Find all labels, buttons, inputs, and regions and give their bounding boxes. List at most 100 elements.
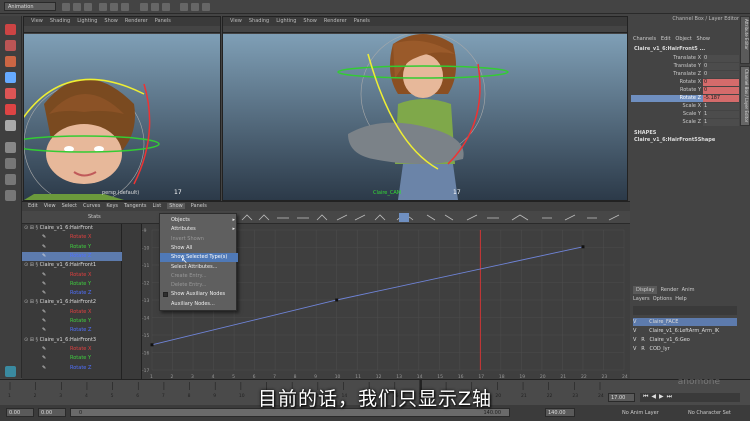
graph-tool-icons[interactable] — [237, 212, 627, 223]
layer-menu-layers[interactable]: Layers — [633, 296, 650, 302]
select-tool-icon[interactable] — [5, 24, 16, 35]
select-object-icon[interactable] — [110, 3, 118, 11]
ge-menu-view[interactable]: View — [44, 203, 56, 209]
outliner-node[interactable]: ⊙ ⊞ § Claire_v1_6:HairFront1 — [22, 261, 122, 270]
ge-menu-edit[interactable]: Edit — [28, 203, 38, 209]
channel-value[interactable]: 0 — [703, 79, 739, 86]
menu-item[interactable]: Show All — [160, 244, 238, 253]
viewport-icon-bar[interactable] — [24, 26, 220, 33]
channel-row[interactable]: Translate X0 — [631, 55, 739, 62]
lasso-tool-icon[interactable] — [5, 40, 16, 51]
outliner-attribute[interactable]: ✎ Rotate Y — [22, 280, 122, 289]
outliner-attribute[interactable]: ✎ Rotate X — [22, 345, 122, 354]
channel-box-tab[interactable]: Channel Box / Layer Editor — [740, 66, 750, 126]
vp-menu-view[interactable]: View — [31, 18, 43, 24]
channel-value[interactable]: 0 — [703, 71, 739, 78]
move-tool-icon[interactable] — [5, 72, 16, 83]
layout-graph-icon[interactable] — [5, 190, 16, 201]
viewport-icon-bar[interactable] — [223, 26, 627, 33]
vp-menu-view[interactable]: View — [230, 18, 242, 24]
vp-menu-panels[interactable]: Panels — [155, 18, 171, 24]
layer-toolbar[interactable] — [633, 306, 737, 315]
ge-menu-list[interactable]: List — [152, 203, 161, 209]
rotate-tool-icon[interactable] — [5, 88, 16, 99]
layout-four-icon[interactable] — [5, 158, 16, 169]
menu-item[interactable]: Show Auxiliary Nodes — [160, 290, 238, 299]
ge-menu-select[interactable]: Select — [62, 203, 77, 209]
new-scene-icon[interactable] — [62, 3, 70, 11]
cb-menu-show[interactable]: Show — [696, 36, 710, 42]
menu-item[interactable]: Select Attributes... — [160, 263, 238, 272]
ge-menu-curves[interactable]: Curves — [83, 203, 100, 209]
cb-menu-channels[interactable]: Channels — [633, 36, 656, 42]
channel-value[interactable]: 1 — [703, 111, 739, 118]
channel-row[interactable]: Translate Z0 — [631, 71, 739, 78]
vp-menu-lighting[interactable]: Lighting — [276, 18, 296, 24]
cb-menu-object[interactable]: Object — [675, 36, 691, 42]
layout-single-icon[interactable] — [5, 142, 16, 153]
vp-menu-renderer[interactable]: Renderer — [125, 18, 148, 24]
paint-select-icon[interactable] — [5, 56, 16, 67]
tool-settings-icon[interactable] — [5, 366, 16, 377]
channel-row-selected[interactable]: Rotate Z -5.187 — [631, 95, 739, 102]
vp-menu-shading[interactable]: Shading — [249, 18, 269, 24]
channel-row[interactable]: Translate Y0 — [631, 63, 739, 70]
channel-value[interactable]: 0 — [703, 63, 739, 70]
channel-row[interactable]: Rotate X0 — [631, 79, 739, 86]
snap-grid-icon[interactable] — [140, 3, 148, 11]
channel-value[interactable]: -5.187 — [703, 95, 739, 102]
viewport-persp[interactable]: View Shading Lighting Show Renderer Panels pe… — [8, 16, 221, 205]
shape-name[interactable]: Claire_v1_6:HairFront5Shape — [634, 137, 715, 143]
cb-menu-edit[interactable]: Edit — [661, 36, 671, 42]
attribute-editor-tab[interactable]: Attribute Editor — [740, 16, 750, 64]
outliner-attribute[interactable]: ✎ Rotate X — [22, 308, 122, 317]
select-hierarchy-icon[interactable] — [99, 3, 107, 11]
tab-anim[interactable]: Anim — [682, 287, 695, 293]
outliner-attribute[interactable]: ✎ Rotate Y — [22, 317, 122, 326]
select-component-icon[interactable] — [121, 3, 129, 11]
viewport-scene[interactable]: Claire_CAM 17 — [223, 31, 627, 200]
channel-row[interactable]: Scale Y1 — [631, 111, 739, 118]
viewport-scene[interactable]: persp (default) 17 — [8, 34, 220, 205]
channel-value[interactable]: 0 — [703, 87, 739, 94]
layer-row[interactable]: V Claire_v1_6:LeftArm_Arm_IK — [633, 327, 737, 335]
layer-row[interactable]: V R Claire_v1_6:Geo — [633, 336, 737, 344]
channel-row[interactable]: Scale Z1 — [631, 119, 739, 126]
ge-menu-keys[interactable]: Keys — [106, 203, 118, 209]
layer-menu-help[interactable]: Help — [675, 296, 686, 302]
menu-item[interactable]: Attributes ▸ — [160, 225, 238, 234]
snap-curve-icon[interactable] — [151, 3, 159, 11]
scale-tool-icon[interactable] — [5, 104, 16, 115]
vp-menu-show[interactable]: Show — [303, 18, 317, 24]
outliner-node[interactable]: ⊙ ⊞ § Claire_v1_6:HairFront3 — [22, 336, 122, 345]
channel-row[interactable]: Rotate Y0 — [631, 87, 739, 94]
tab-display[interactable]: Display — [633, 286, 658, 294]
layer-row[interactable]: V R COD_lyr — [633, 345, 737, 353]
tab-render[interactable]: Render — [661, 287, 679, 293]
menu-item[interactable]: Show Selected Type(s) — [160, 253, 238, 262]
checkbox[interactable] — [163, 292, 168, 298]
manipulator-icon[interactable] — [5, 120, 16, 131]
channel-value[interactable]: 0 — [703, 55, 739, 62]
outliner-node[interactable]: ⊙ ⊞ § Claire_v1_6:HairFront2 — [22, 298, 122, 307]
vp-menu-lighting[interactable]: Lighting — [77, 18, 97, 24]
ipr-render-icon[interactable] — [191, 3, 199, 11]
selected-object-name[interactable]: Claire_v1_6:HairFront5 ... — [634, 46, 705, 52]
outliner-attribute[interactable]: ✎ Rotate Z — [22, 326, 122, 335]
keyframe-point[interactable] — [335, 298, 339, 302]
outliner-attribute[interactable]: ✎ Rotate Z — [22, 251, 122, 262]
ge-menu-panels[interactable]: Panels — [191, 203, 207, 209]
keyframe-point[interactable] — [581, 245, 585, 249]
mode-selector[interactable]: Animation — [4, 2, 56, 11]
outliner-attribute[interactable]: ✎ Rotate Z — [22, 289, 122, 298]
ge-menu-tangents[interactable]: Tangents — [124, 203, 146, 209]
vp-menu-show[interactable]: Show — [104, 18, 118, 24]
render-icon[interactable] — [180, 3, 188, 11]
outliner-attribute[interactable]: ✎ Rotate X — [22, 271, 122, 280]
viewport-camera[interactable]: View Shading Lighting Show Renderer Panels Cl… — [222, 16, 628, 201]
layer-menu-options[interactable]: Options — [653, 296, 672, 302]
vp-menu-renderer[interactable]: Renderer — [324, 18, 347, 24]
outliner-attribute[interactable]: ✎ Rotate X — [22, 233, 122, 242]
outliner-node[interactable]: ⊙ ⊞ § Claire_v1_6:HairFront — [22, 224, 122, 233]
graph-outliner[interactable]: ⊙ ⊞ § Claire_v1_6:HairFront ✎ Rotate X ✎ R… — [22, 224, 122, 380]
